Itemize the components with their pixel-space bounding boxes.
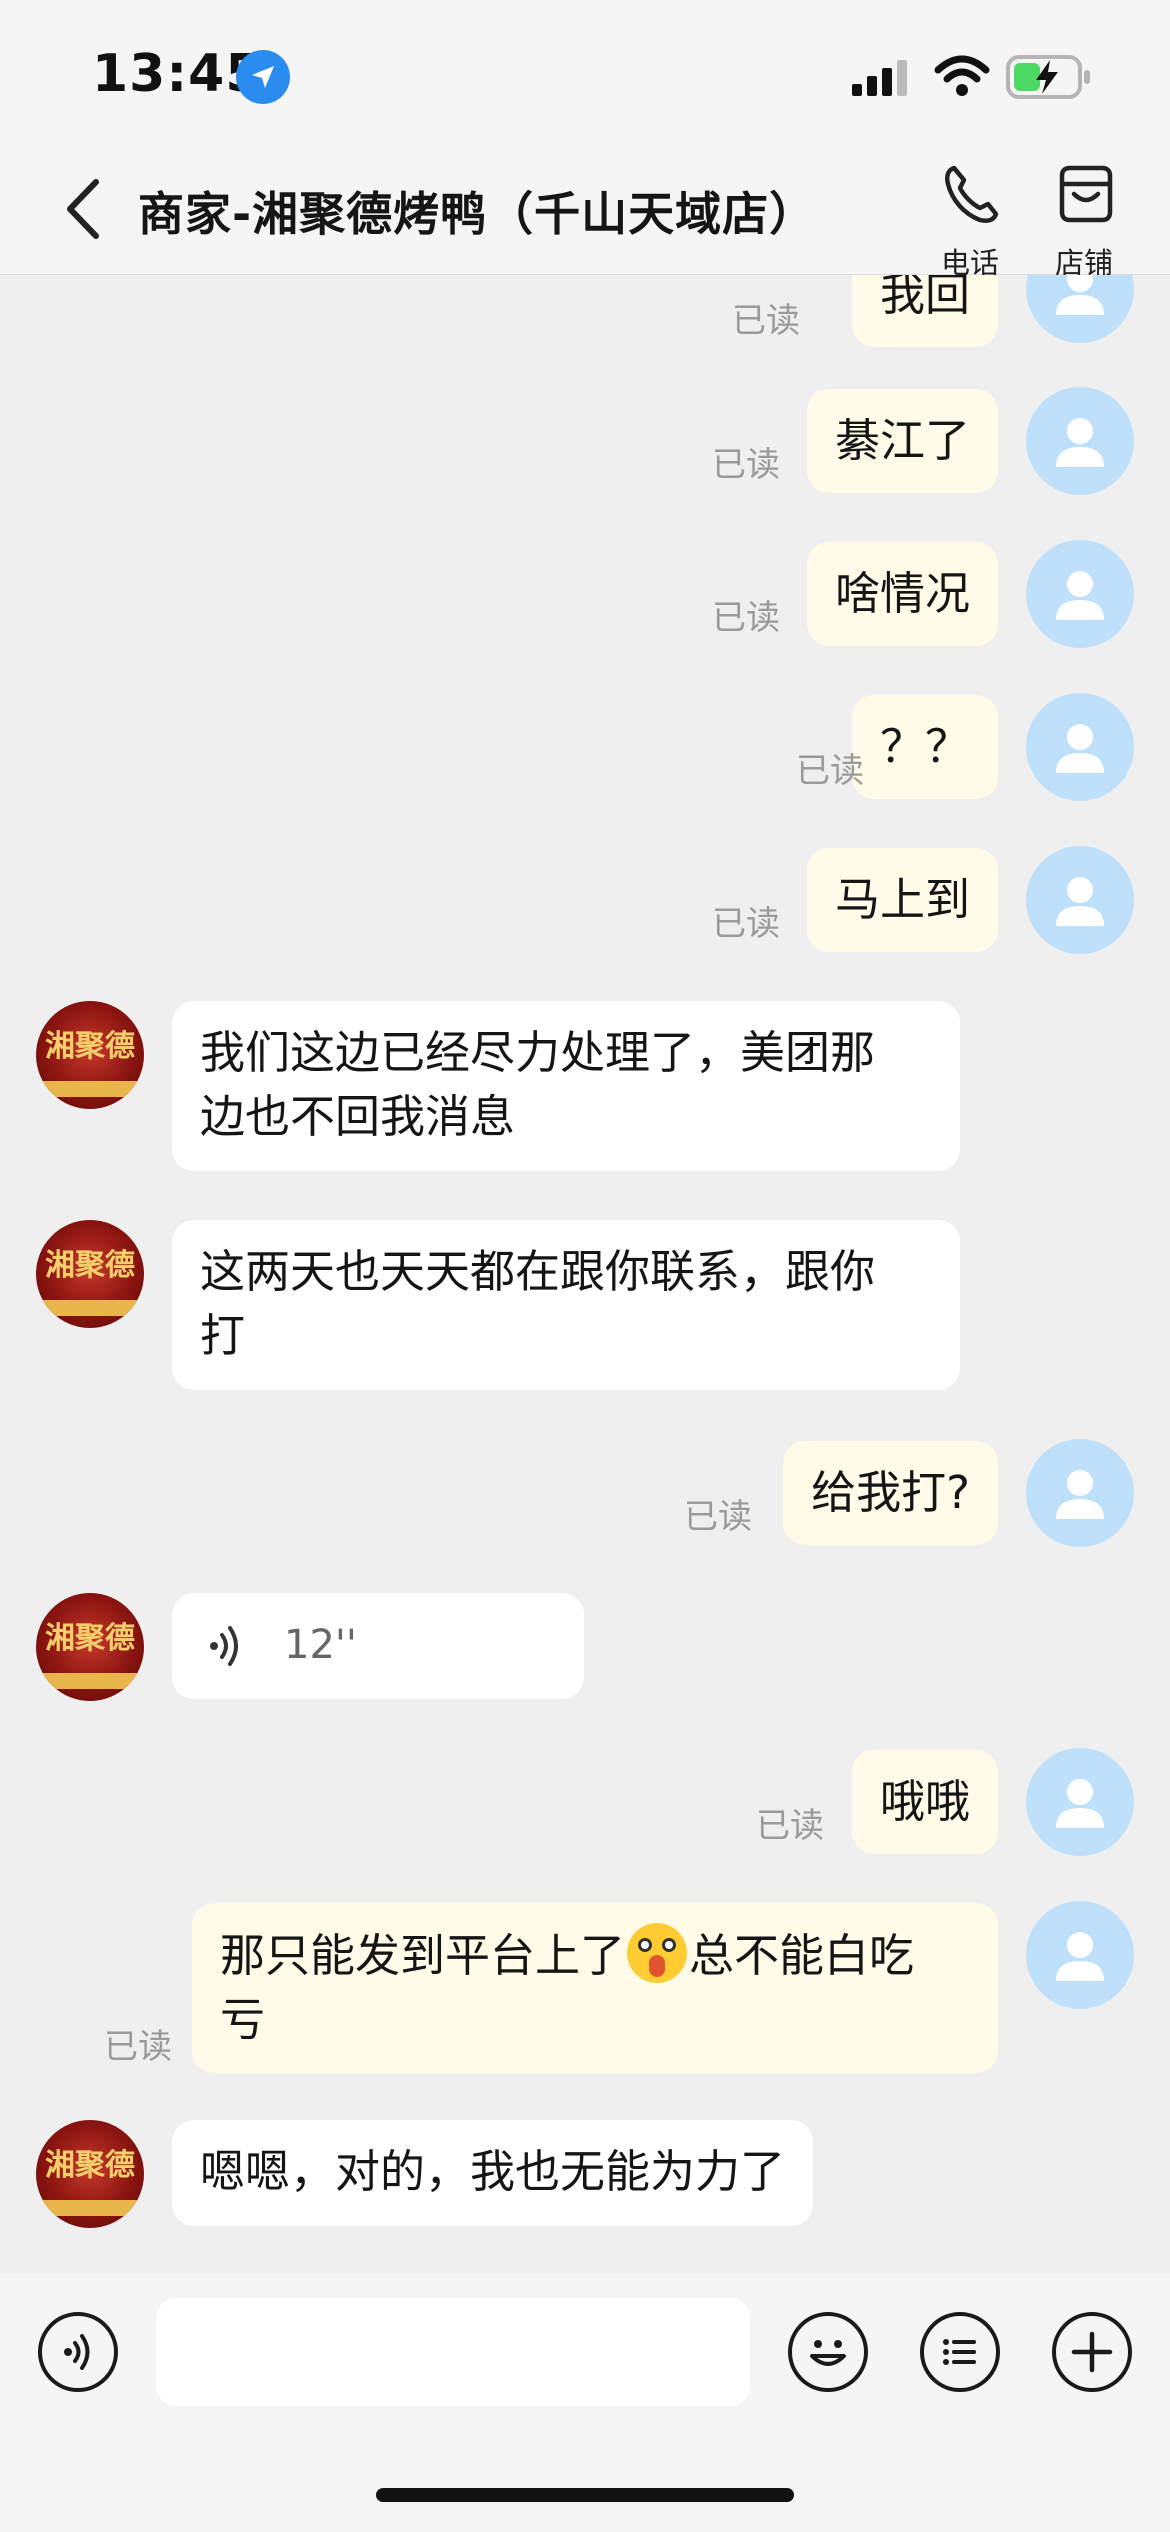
- message-line: 我们这边已经尽力处理了，美团那: [200, 1026, 876, 1079]
- user-avatar[interactable]: [1026, 1439, 1134, 1547]
- user-avatar[interactable]: [1026, 1748, 1134, 1856]
- message-bubble[interactable]: 我回: [851, 275, 998, 347]
- voice-message-bubble[interactable]: 12'': [172, 1593, 584, 1699]
- shop-avatar[interactable]: 湘聚德: [36, 1001, 144, 1109]
- read-status: 已读: [732, 301, 800, 341]
- user-avatar[interactable]: [1026, 846, 1134, 954]
- person-icon: [1056, 1470, 1104, 1519]
- read-status: 已读: [712, 904, 780, 944]
- emoji-button[interactable]: [788, 2312, 868, 2392]
- person-icon: [1056, 877, 1104, 926]
- wifi-icon: [934, 55, 990, 96]
- page-title: 商家-湘聚德烤鸭（千山天域店）: [138, 187, 817, 241]
- user-avatar[interactable]: [1026, 1901, 1134, 2009]
- message-bubble[interactable]: 那只能发到平台上了 总不能白吃 亏: [192, 1903, 998, 2073]
- message-incoming: 湘聚德 我们这边已经尽力处理了，美团那 边也不回我消息: [0, 1001, 1170, 1173]
- message-outgoing: 哦哦 已读: [0, 1748, 1170, 1856]
- emoji-icon: [810, 2340, 846, 2366]
- message-bubble[interactable]: 哦哦: [851, 1750, 998, 1854]
- shop-logo-text: 湘聚德: [45, 1621, 135, 1656]
- person-icon: [1056, 571, 1104, 620]
- store-icon: [1059, 165, 1113, 223]
- store-button[interactable]: 店铺: [1034, 158, 1134, 280]
- voice-duration: 12'': [284, 1622, 357, 1668]
- message-incoming: 湘聚德 这两天也天天都在跟你联系，跟你 打: [0, 1220, 1170, 1392]
- message-bubble[interactable]: 嗯嗯，对的，我也无能为力了: [172, 2120, 814, 2226]
- battery-charging-icon: [1006, 55, 1090, 99]
- shop-logo-text: 湘聚德: [45, 1248, 135, 1283]
- shop-logo-text: 湘聚德: [45, 1029, 135, 1064]
- message-bubble[interactable]: 綦江了: [806, 389, 998, 493]
- quick-reply-button[interactable]: [920, 2312, 1000, 2392]
- shop-logo-text: 湘聚德: [45, 2148, 135, 2183]
- message-bubble[interactable]: 马上到: [806, 848, 998, 952]
- plus-icon: [1071, 2331, 1113, 2373]
- shop-avatar[interactable]: 湘聚德: [36, 1220, 144, 1328]
- back-button[interactable]: [56, 174, 116, 244]
- user-avatar[interactable]: [1026, 275, 1134, 343]
- message-outgoing: 那只能发到平台上了 总不能白吃 亏 已读: [0, 1901, 1170, 2075]
- quick-reply-icon: [943, 2339, 976, 2365]
- read-status: 已读: [712, 598, 780, 638]
- message-bubble[interactable]: 我们这边已经尽力处理了，美团那 边也不回我消息: [172, 1001, 960, 1171]
- voice-wave-icon: [210, 1626, 238, 1666]
- person-icon: [1056, 418, 1104, 467]
- plus-button[interactable]: [1052, 2312, 1132, 2392]
- voice-toggle-icon: [64, 2334, 90, 2370]
- phone-button[interactable]: 电话: [920, 158, 1020, 280]
- home-indicator[interactable]: [376, 2488, 794, 2502]
- person-icon: [1056, 275, 1104, 315]
- read-status: 已读: [712, 445, 780, 485]
- message-outgoing: 綦江了 已读: [0, 387, 1170, 495]
- shop-avatar[interactable]: 湘聚德: [36, 2120, 144, 2228]
- message-bubble[interactable]: 啥情况: [806, 542, 998, 646]
- person-icon: [1056, 1779, 1104, 1828]
- message-bubble[interactable]: 这两天也天天都在跟你联系，跟你 打: [172, 1220, 960, 1390]
- status-bar: 13:45: [0, 0, 1170, 140]
- user-avatar[interactable]: [1026, 387, 1134, 495]
- message-text: 那只能发到平台上了: [220, 1929, 626, 1982]
- voice-toggle-button[interactable]: [38, 2312, 118, 2392]
- person-icon: [1056, 724, 1104, 773]
- message-list[interactable]: 我回 已读 綦江了 已读 啥情况 已读 ？？ 已读 马上到 已读 湘聚德 我们这…: [0, 275, 1170, 2273]
- read-status: 已读: [756, 1806, 824, 1846]
- message-outgoing: ？？ 已读: [0, 693, 1170, 801]
- chat-header: 商家-湘聚德烤鸭（千山天域店） 电话 店铺: [0, 140, 1170, 280]
- message-incoming: 湘聚德 嗯嗯，对的，我也无能为力了: [0, 2120, 1170, 2230]
- message-incoming: 湘聚德 12'': [0, 1593, 1170, 1703]
- message-line: 那只能发到平台上了 总不能白吃: [220, 1923, 970, 1988]
- message-outgoing: 给我打? 已读: [0, 1439, 1170, 1547]
- message-bubble[interactable]: ？？: [851, 695, 998, 799]
- message-outgoing: 马上到 已读: [0, 846, 1170, 954]
- phone-icon: [945, 165, 999, 223]
- user-avatar[interactable]: [1026, 540, 1134, 648]
- message-text: 总不能白吃: [689, 1929, 915, 1982]
- read-status: 已读: [684, 1497, 752, 1537]
- message-outgoing: 啥情况 已读: [0, 540, 1170, 648]
- cellular-signal-icon: [852, 60, 907, 96]
- message-outgoing: 我回 已读: [0, 275, 1170, 351]
- person-icon: [1056, 1932, 1104, 1981]
- message-line: 打: [200, 1309, 246, 1362]
- read-status: 已读: [796, 751, 864, 791]
- message-line: 边也不回我消息: [200, 1090, 516, 1143]
- message-line: 亏: [220, 1993, 266, 2046]
- shop-avatar[interactable]: 湘聚德: [36, 1593, 144, 1701]
- user-avatar[interactable]: [1026, 693, 1134, 801]
- screaming-face-emoji-icon: [627, 1923, 688, 1983]
- read-status: 已读: [104, 2027, 172, 2067]
- message-input[interactable]: [156, 2298, 750, 2406]
- location-arrow-icon: [236, 50, 290, 104]
- message-line: 这两天也天天都在跟你联系，跟你: [200, 1245, 876, 1298]
- input-bar: [0, 2274, 1170, 2532]
- message-bubble[interactable]: 给我打?: [783, 1441, 998, 1545]
